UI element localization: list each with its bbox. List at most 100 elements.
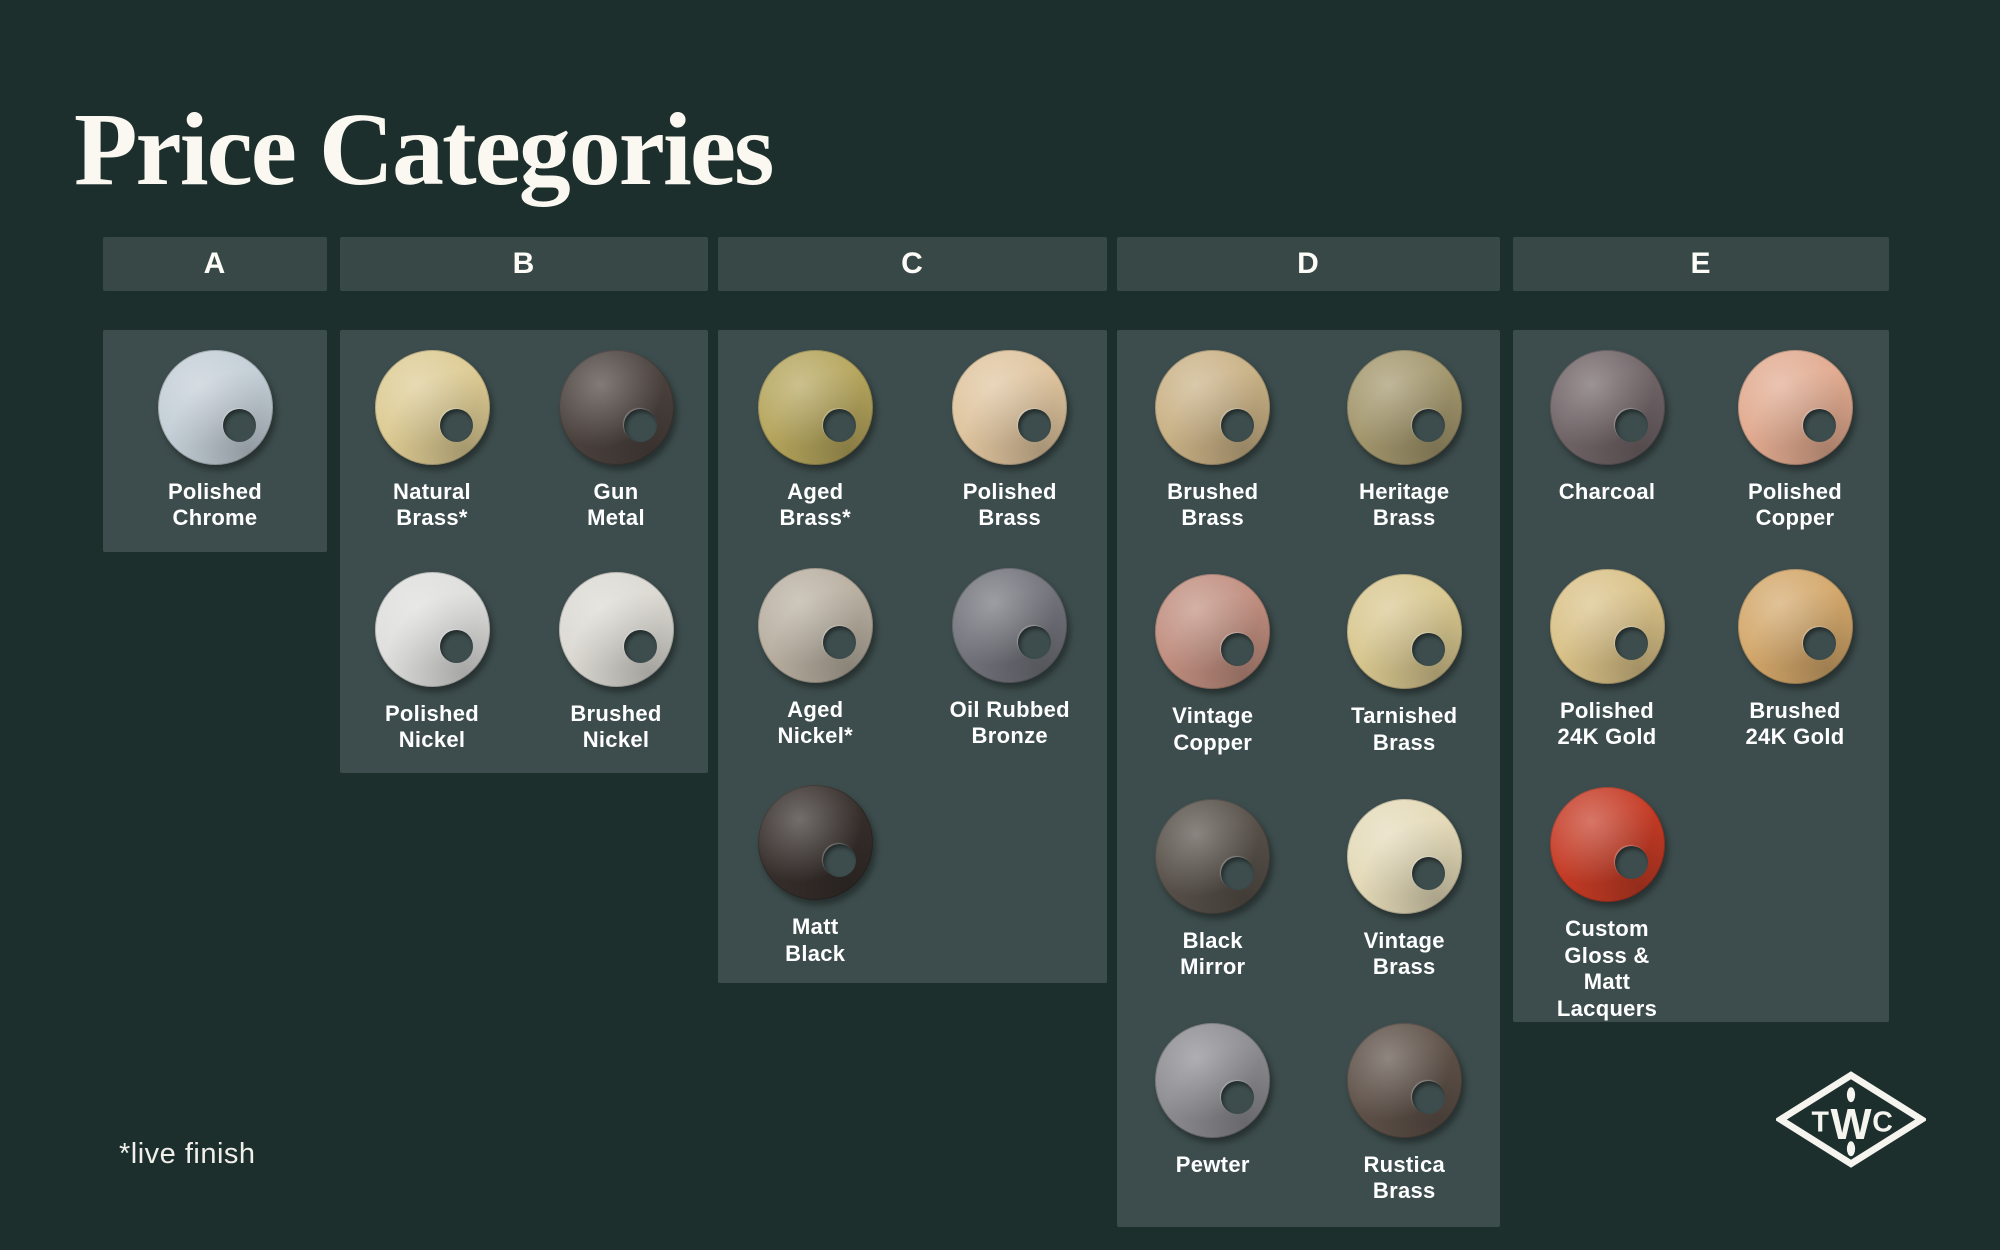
swatch-hole-icon (1018, 409, 1051, 442)
finish-label-polished-brass: Polished Brass (963, 479, 1057, 532)
finish-brushed-24k-gold: Brushed 24K Gold (1701, 549, 1889, 768)
finish-brushed-nickel: Brushed Nickel (524, 552, 708, 774)
finish-label-matt-black: Matt Black (785, 914, 845, 967)
category-header-b: B (340, 237, 708, 291)
finish-natural-brass: Natural Brass* (340, 330, 524, 552)
category-panel-e: Charcoal Polished Copper Polished 24K Gold… (1513, 330, 1889, 1022)
category-header-e: E (1513, 237, 1889, 291)
swatch-hole-icon (1221, 409, 1254, 442)
finish-label-polished-nickel: Polished Nickel (385, 701, 479, 754)
swatch-hole-icon (1412, 409, 1445, 442)
finish-label-brushed-24k-gold: Brushed 24K Gold (1746, 698, 1845, 751)
swatch-hole-icon (440, 630, 473, 663)
finish-label-aged-nickel: Aged Nickel* (778, 697, 853, 750)
swatch-hole-icon (1221, 633, 1254, 666)
finish-label-rustica-brass: Rustica Brass (1363, 1152, 1445, 1205)
swatch-hole-icon (1615, 627, 1648, 660)
finish-matt-black: Matt Black (718, 765, 913, 983)
swatch-polished-nickel (375, 572, 490, 687)
finish-label-polished-chrome: Polished Chrome (168, 479, 262, 532)
finish-brushed-brass: Brushed Brass (1117, 330, 1309, 554)
finish-row: Aged Brass* Polished Brass (718, 330, 1107, 548)
swatch-polished-copper (1738, 350, 1853, 465)
finish-gun-metal: Gun Metal (524, 330, 708, 552)
finish-rustica-brass: Rustica Brass (1309, 1003, 1501, 1227)
swatch-hole-icon (823, 409, 856, 442)
swatch-hole-icon (1412, 857, 1445, 890)
swatch-pewter (1155, 1023, 1270, 1138)
swatch-vintage-brass (1347, 799, 1462, 914)
page-title: Price Categories (74, 98, 773, 202)
finish-row: Brushed BrassHeritage Brass (1117, 330, 1500, 554)
logo-letter-t: T (1812, 1107, 1830, 1139)
logo-letter-w: W (1830, 1101, 1872, 1149)
swatch-rustica-brass (1347, 1023, 1462, 1138)
swatch-hole-icon (1803, 409, 1836, 442)
swatch-hole-icon (823, 844, 856, 877)
swatch-hole-icon (440, 409, 473, 442)
finish-label-tarnished-brass: Tarnished Brass (1351, 703, 1457, 756)
swatch-heritage-brass (1347, 350, 1462, 465)
swatch-polished-brass (952, 350, 1067, 465)
category-panel-a: Polished Chrome (103, 330, 327, 552)
finish-label-polished-copper: Polished Copper (1748, 479, 1842, 532)
swatch-custom-gloss-matt-lacquers (1550, 787, 1665, 902)
live-finish-footnote: *live finish (119, 1138, 256, 1171)
finish-vintage-copper: Vintage Copper (1117, 554, 1309, 778)
finish-polished-nickel: Polished Nickel (340, 552, 524, 774)
finish-row: Charcoal Polished Copper (1513, 330, 1889, 549)
finish-label-natural-brass: Natural Brass* (393, 479, 471, 532)
swatch-black-mirror (1155, 799, 1270, 914)
swatch-hole-icon (624, 409, 657, 442)
finish-custom-gloss-matt-lacquers: Custom Gloss & Matt Lacquers (1513, 767, 1701, 1022)
finish-row: Custom Gloss & Matt Lacquers (1513, 767, 1889, 1022)
finish-tarnished-brass: Tarnished Brass (1309, 554, 1501, 778)
swatch-gun-metal (559, 350, 674, 465)
finish-black-mirror: Black Mirror (1117, 779, 1309, 1003)
finish-label-oil-rubbed-bronze: Oil Rubbed Bronze (950, 697, 1070, 750)
logo-letter-c: C (1872, 1107, 1893, 1139)
swatch-charcoal (1550, 350, 1665, 465)
swatch-hole-icon (1412, 1081, 1445, 1114)
finish-aged-brass: Aged Brass* (718, 330, 913, 548)
swatch-brushed-brass (1155, 350, 1270, 465)
finish-row: Vintage Copper Tarnished Brass (1117, 554, 1500, 778)
finish-label-polished-24k-gold: Polished 24K Gold (1558, 698, 1657, 751)
swatch-hole-icon (1221, 1081, 1254, 1114)
swatch-brushed-nickel (559, 572, 674, 687)
finish-row: Polished 24K Gold Brushed 24K Gold (1513, 549, 1889, 768)
category-header-c: C (718, 237, 1107, 291)
swatch-hole-icon (1615, 409, 1648, 442)
swatch-hole-icon (823, 626, 856, 659)
swatch-polished-24k-gold (1550, 569, 1665, 684)
finish-label-vintage-copper: Vintage Copper (1172, 703, 1253, 756)
swatch-brushed-24k-gold (1738, 569, 1853, 684)
finish-label-black-mirror: Black Mirror (1180, 928, 1245, 981)
finish-row: Polished Chrome (103, 330, 327, 552)
finish-label-aged-brass: Aged Brass* (779, 479, 851, 532)
finish-label-pewter: Pewter (1176, 1152, 1250, 1178)
finish-polished-chrome: Polished Chrome (103, 330, 327, 552)
swatch-hole-icon (1803, 627, 1836, 660)
finish-label-charcoal: Charcoal (1559, 479, 1656, 505)
category-header-a: A (103, 237, 327, 291)
swatch-hole-icon (1412, 633, 1445, 666)
finish-label-brushed-brass: Brushed Brass (1167, 479, 1258, 532)
finish-row: Pewter Rustica Brass (1117, 1003, 1500, 1227)
finish-aged-nickel: Aged Nickel* (718, 548, 913, 766)
category-header-d: D (1117, 237, 1500, 291)
swatch-hole-icon (1221, 857, 1254, 890)
swatch-hole-icon (624, 630, 657, 663)
swatch-hole-icon (223, 409, 256, 442)
finish-row: Matt Black (718, 765, 1107, 983)
twc-logo: T W C (1776, 1070, 1926, 1169)
category-panel-b: Natural Brass* Gun Metal Polished Nickel Br… (340, 330, 708, 773)
logo-top-leaf-icon (1847, 1087, 1855, 1102)
category-panel-c: Aged Brass* Polished Brass Aged Nickel* Oil… (718, 330, 1107, 983)
finish-charcoal: Charcoal (1513, 330, 1701, 549)
swatch-matt-black (758, 785, 873, 900)
swatch-aged-brass (758, 350, 873, 465)
finish-label-brushed-nickel: Brushed Nickel (570, 701, 661, 754)
price-categories-page: Price Categories A Polished Chrome B Natura… (0, 0, 2000, 1250)
finish-label-vintage-brass: Vintage Brass (1364, 928, 1445, 981)
